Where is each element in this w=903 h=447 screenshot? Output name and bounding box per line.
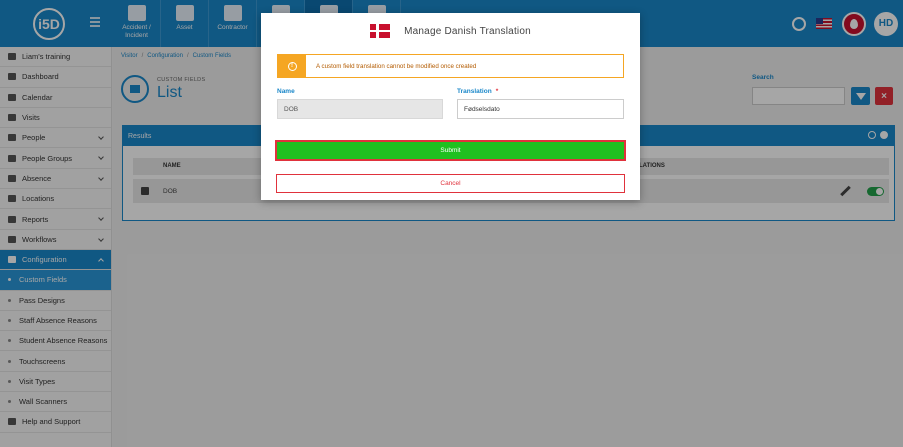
modal-title: Manage Danish Translation	[404, 25, 531, 37]
required-marker: *	[495, 88, 499, 95]
translation-input[interactable]	[457, 99, 624, 119]
warning-icon: !	[278, 55, 306, 77]
cancel-button[interactable]: Cancel	[276, 174, 625, 193]
warning-alert: ! A custom field translation cannot be m…	[277, 54, 624, 78]
name-label: Name	[277, 88, 295, 95]
warning-text: A custom field translation cannot be mod…	[316, 62, 477, 70]
danish-flag-icon	[370, 24, 391, 38]
translation-modal: Manage Danish Translation ! A custom fie…	[261, 13, 640, 200]
translation-label-wrap: Translation *	[457, 88, 498, 95]
name-field: DOB	[277, 99, 443, 119]
modal-title-bar: Manage Danish Translation	[261, 21, 640, 41]
submit-button[interactable]: Submit	[275, 140, 626, 161]
translation-label: Translation	[457, 88, 492, 95]
